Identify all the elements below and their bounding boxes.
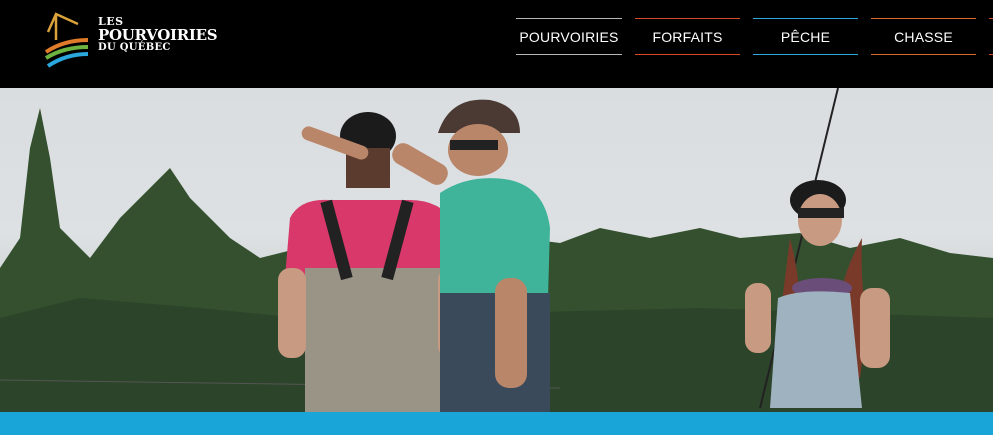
- logo-text: LES POURVOIRIES DU QUÉBEC: [98, 16, 218, 53]
- hero-image: [0, 88, 993, 414]
- logo-line3: DU QUÉBEC: [98, 42, 171, 53]
- hero-scene: [0, 88, 993, 414]
- accent-bar: [0, 412, 993, 435]
- site-header: LES POURVOIRIES DU QUÉBEC POURVOIRIES FO…: [0, 0, 993, 88]
- nav-item-pourvoiries[interactable]: POURVOIRIES: [516, 18, 622, 55]
- nav-item-more[interactable]: [989, 18, 993, 55]
- nav-item-chasse[interactable]: CHASSE: [871, 18, 976, 55]
- logo-mark-icon: [44, 12, 89, 68]
- nav-item-peche[interactable]: PÊCHE: [753, 18, 858, 55]
- nav-label: CHASSE: [894, 28, 953, 45]
- nav-label: PÊCHE: [780, 28, 831, 45]
- logo-line2: POURVOIRIES: [98, 26, 218, 44]
- nav-label: POURVOIRIES: [519, 28, 619, 45]
- nav-label: FORFAITS: [652, 28, 723, 45]
- nav-item-forfaits[interactable]: FORFAITS: [635, 18, 740, 55]
- site-logo[interactable]: LES POURVOIRIES DU QUÉBEC: [44, 10, 218, 72]
